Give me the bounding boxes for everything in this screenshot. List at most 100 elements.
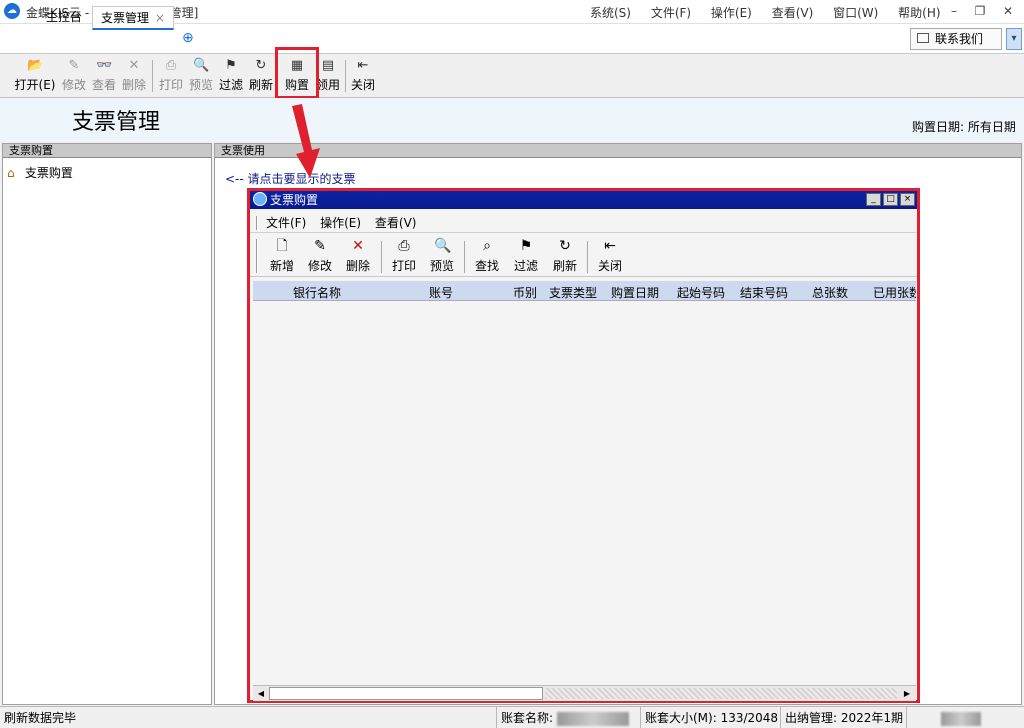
printer-icon: ⎙: [398, 238, 410, 254]
dialog-find-button[interactable]: ⌕ 查找: [469, 237, 505, 274]
status-cashier-period: 出纳管理: 2022年1期: [780, 707, 903, 728]
dialog-minimize-icon[interactable]: _: [866, 193, 881, 206]
message-icon: [917, 33, 929, 43]
toolbar-separator: [152, 60, 153, 92]
close-button[interactable]: ⇤ 关闭: [349, 56, 377, 96]
dialog-close-button[interactable]: ⇤ 关闭: [592, 237, 628, 274]
redacted-user: [941, 711, 981, 726]
column-purchase-date[interactable]: 购置日期: [611, 284, 659, 300]
column-total-count[interactable]: 总张数: [812, 284, 848, 300]
scroll-thumb[interactable]: [269, 687, 543, 700]
delete-icon: ✕: [128, 58, 140, 73]
tree-item-cheque-purchase[interactable]: ⌂ 支票购置: [7, 164, 73, 181]
horizontal-scrollbar[interactable]: ◀ ▶: [253, 685, 916, 701]
edit-icon: ✎: [314, 238, 326, 254]
column-currency[interactable]: 币别: [513, 284, 537, 300]
cheque-purchase-dialog: 支票购置 _ □ × 文件(F) 操作(E) 查看(V) 🗋 新增 ✎ 修改 ✕…: [247, 188, 920, 703]
column-account-no[interactable]: 账号: [429, 284, 453, 300]
dialog-toolbar-separator: [381, 241, 382, 273]
top-menu: 系统(S) 文件(F) 操作(E) 查看(V) 窗口(W) 帮助(H): [590, 4, 957, 21]
dialog-menu-bar: 文件(F) 操作(E) 查看(V): [250, 213, 917, 233]
contact-us-label: 联系我们: [935, 32, 984, 46]
new-document-icon: 🗋: [276, 238, 288, 254]
printer-icon: ⎙: [165, 58, 177, 73]
redacted-account-name: [556, 711, 629, 726]
preview-icon: 🔍: [434, 238, 452, 254]
menu-system[interactable]: 系统(S): [590, 6, 631, 20]
delete-button[interactable]: ✕ 删除: [120, 56, 148, 96]
new-button[interactable]: 🗋 新增: [264, 237, 300, 274]
preview-button[interactable]: 🔍 预览: [187, 56, 215, 96]
refresh-button[interactable]: ↻ 刷新: [247, 56, 275, 96]
menu-operate[interactable]: 操作(E): [711, 6, 752, 20]
filter-button[interactable]: ⚑ 过滤: [217, 56, 245, 96]
delete-icon: ✕: [352, 238, 364, 254]
dialog-menu-view[interactable]: 查看(V): [375, 216, 417, 230]
dialog-maximize-icon[interactable]: □: [883, 193, 898, 206]
tab-console[interactable]: 主控台: [38, 6, 90, 30]
cheque-receive-icon: ▤: [321, 58, 335, 73]
refresh-icon: ↻: [255, 58, 267, 73]
filter-icon: ⚑: [225, 58, 237, 73]
dialog-toolbar-separator: [587, 241, 588, 273]
print-button[interactable]: ⎙ 打印: [157, 56, 185, 96]
dialog-edit-button[interactable]: ✎ 修改: [302, 237, 338, 274]
status-redacted: [906, 707, 981, 728]
annotation-arrow-icon: [292, 104, 320, 178]
dialog-toolbar: 🗋 新增 ✎ 修改 ✕ 删除 ⎙ 打印 🔍 预览 ⌕ 查找 ⚑ 过滤 ↻ 刷新 …: [250, 235, 917, 277]
grid-header: 银行名称 账号 币别 支票类型 购置日期 起始号码 结束号码 总张数 已用张数: [253, 281, 916, 301]
dialog-preview-button[interactable]: 🔍 预览: [424, 237, 460, 274]
column-bank-name[interactable]: 银行名称: [293, 284, 341, 300]
dialog-menu-operate[interactable]: 操作(E): [320, 216, 361, 230]
purchase-date-filter: 购置日期: 所有日期: [912, 120, 1016, 134]
grid-body[interactable]: [253, 301, 916, 685]
page-title: 支票管理: [72, 110, 161, 135]
menu-file[interactable]: 文件(F): [651, 6, 691, 20]
column-end-number[interactable]: 结束号码: [740, 284, 788, 300]
dialog-delete-button[interactable]: ✕ 删除: [340, 237, 376, 274]
restore-icon[interactable]: ❐: [968, 2, 992, 20]
dialog-menu-file[interactable]: 文件(F): [266, 216, 306, 230]
status-account-name: 账套名称:: [496, 707, 629, 728]
home-icon: ⌂: [7, 166, 15, 180]
status-bar: 刷新数据完毕 账套名称: 账套大小(M): 133/2048 出纳管理: 202…: [0, 706, 1024, 728]
column-used-count[interactable]: 已用张数: [873, 284, 916, 300]
scroll-left-icon[interactable]: ◀: [254, 687, 268, 700]
column-cheque-type[interactable]: 支票类型: [549, 284, 597, 300]
scroll-track[interactable]: [545, 688, 897, 699]
tab-label: 支票管理: [101, 11, 150, 25]
find-icon: ⌕: [483, 238, 491, 254]
close-icon[interactable]: ✕: [996, 2, 1020, 20]
contact-us-button[interactable]: 联系我们: [910, 28, 1002, 50]
tab-close-icon[interactable]: ×: [155, 11, 165, 25]
menu-help[interactable]: 帮助(H): [898, 6, 940, 20]
binoculars-icon: 👓: [96, 58, 113, 73]
main-toolbar: 📂 打开(E) ✎ 修改 👓 查看 ✕ 删除 ⎙ 打印 🔍 预览 ⚑ 过滤 ↻ …: [0, 54, 1024, 98]
add-tab-icon[interactable]: ⊕: [182, 30, 194, 46]
status-account-size: 账套大小(M): 133/2048: [640, 707, 778, 728]
dialog-title: 支票购置: [270, 193, 319, 207]
view-button[interactable]: 👓 查看: [90, 56, 118, 96]
chevron-down-icon[interactable]: ▾: [1006, 28, 1022, 50]
purchase-highlight-box: [275, 47, 319, 99]
exit-icon: ⇤: [604, 238, 616, 254]
open-button[interactable]: 📂 打开(E): [13, 56, 57, 96]
tab-cheque-management[interactable]: 支票管理 ×: [92, 6, 174, 30]
minimize-icon[interactable]: –: [942, 2, 966, 20]
column-start-number[interactable]: 起始号码: [677, 284, 725, 300]
dialog-print-button[interactable]: ⎙ 打印: [386, 237, 422, 274]
preview-icon: 🔍: [193, 58, 210, 73]
dialog-close-icon[interactable]: ×: [900, 193, 915, 206]
menu-window[interactable]: 窗口(W): [833, 6, 878, 20]
app-logo-icon: ☁: [4, 3, 20, 19]
edit-icon: ✎: [68, 58, 80, 73]
scroll-right-icon[interactable]: ▶: [900, 687, 914, 700]
dialog-refresh-button[interactable]: ↻ 刷新: [547, 237, 583, 274]
filter-icon: ⚑: [519, 238, 533, 254]
menu-view[interactable]: 查看(V): [772, 6, 814, 20]
toolbar-separator: [345, 60, 346, 92]
edit-button[interactable]: ✎ 修改: [60, 56, 88, 96]
menu-grip: [256, 216, 258, 230]
dialog-filter-button[interactable]: ⚑ 过滤: [508, 237, 544, 274]
refresh-icon: ↻: [559, 238, 571, 254]
